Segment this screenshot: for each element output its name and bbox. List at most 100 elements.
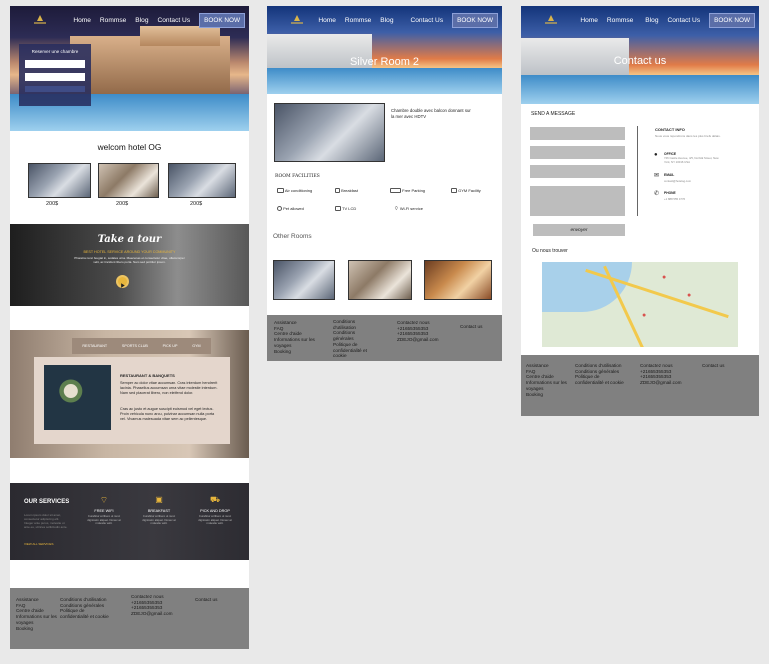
other-room-2[interactable] [348, 260, 412, 300]
footer-link[interactable]: Politique de confidentialité et cookie [60, 608, 112, 619]
room-image-2[interactable] [98, 163, 159, 198]
nav-home[interactable]: Home [73, 17, 91, 24]
navbar: Home Rommse Blog Contact Us BOOK NOW [267, 6, 502, 34]
tv-icon [335, 206, 341, 212]
navbar: Home Rommse Blog Contact Us BOOK NOW [10, 6, 249, 34]
car-icon: ⛟ [209, 495, 221, 504]
footer-email[interactable]: ZDEJO@gmail.com [397, 337, 438, 343]
tour-text: Pharetra nunc feugiat in, sodales urna. … [74, 256, 185, 264]
footer-col-4: Contact us [460, 324, 482, 330]
nav-contact[interactable]: Contact Us [668, 17, 701, 24]
restaurant-title: RESTAURANT & BANQUETS [120, 373, 175, 378]
phone-label: PHONE [664, 191, 676, 195]
facility-label: Pet allowed [283, 206, 304, 211]
footer-link[interactable]: Informations sur les voyages [274, 337, 318, 348]
message-field[interactable] [530, 186, 625, 216]
service-breakfast-desc: Curabitur at libero ut nunc dignissim al… [142, 514, 176, 526]
footer-link[interactable]: Conditions d'utilisation [575, 363, 625, 369]
footer-link[interactable]: Informations sur les voyages [526, 380, 570, 391]
service-pick-drop: ⛟ PICK AND DROP Curabitur at libero ut n… [193, 495, 237, 526]
booking-input-1[interactable] [25, 60, 85, 68]
book-now-button[interactable]: BOOK NOW [452, 12, 498, 28]
page-home: Home Rommse Blog Contact Us BOOK NOW Res… [10, 6, 249, 649]
facility-label: Free Parking [402, 188, 426, 193]
service-pick-drop-label: PICK AND DROP [200, 509, 230, 513]
logo-icon [541, 13, 561, 27]
footer-link[interactable]: Informations sur les voyages [16, 614, 60, 625]
booking-input-2[interactable] [25, 73, 85, 81]
room-image-3[interactable] [168, 163, 236, 198]
footer-link[interactable]: Conditions d'utilisation [60, 597, 112, 603]
logo-icon [287, 13, 307, 27]
breakfast-icon [335, 188, 340, 194]
find-us-title: Ou nous trouver [532, 248, 568, 254]
nav-rooms[interactable]: Rommse [100, 17, 126, 24]
nav-contact[interactable]: Contact Us [411, 17, 444, 24]
email-field[interactable] [530, 146, 625, 159]
footer-link[interactable]: Conditions générales [333, 330, 363, 341]
location-icon: ● [654, 152, 658, 158]
tour-section: Take a tour BEST HOTEL SERVICE AROUND YO… [10, 224, 249, 306]
footer-link[interactable]: Booking [16, 626, 60, 632]
office-value: 746 Castle Avenue, 4/5, Norfolk Street, … [664, 156, 719, 164]
footer-home: Assistance FAQ Centre d'aide Information… [10, 588, 249, 649]
tab-sports-club[interactable]: SPORTS CLUB [122, 344, 148, 348]
footer-col-1: Assistance FAQ Centre d'aide Information… [274, 320, 318, 354]
facility-parking: Free Parking [390, 188, 426, 194]
facility-label: Breakfast [341, 188, 359, 193]
play-button-icon[interactable] [116, 275, 129, 288]
services-text: Lorem ipsum dolor sit amet, consectetur … [24, 513, 68, 530]
footer-link[interactable]: Conditions d'utilisation [333, 319, 363, 330]
email-value[interactable]: contact@hotelog.com [664, 179, 691, 183]
nav-rooms[interactable]: Rommse [345, 17, 371, 24]
view-all-services-link[interactable]: VIEW ALL SERVICES [24, 542, 54, 546]
footer-link[interactable]: Booking [526, 392, 570, 398]
divider [637, 126, 638, 216]
send-button[interactable]: envoyer [533, 224, 625, 236]
nav-blog[interactable]: Blog [135, 17, 148, 24]
service-wifi: ⌔ FREE WIFI Curabitur at libero ut nunc … [83, 495, 125, 526]
restaurant-section: RESTAURANT SPORTS CLUB PICK UP GYM RESTA… [10, 330, 249, 458]
footer-link[interactable]: Contact us [460, 324, 482, 330]
footer-email[interactable]: ZDEJO@gmail.com [131, 611, 172, 617]
navbar: Home Rommse Blog Contact Us BOOK NOW [521, 6, 759, 34]
tab-restaurant[interactable]: RESTAURANT [82, 344, 107, 348]
nav-home[interactable]: Home [318, 17, 336, 24]
nav-blog[interactable]: Blog [645, 17, 658, 24]
room-title: Silver Room 2 [349, 56, 420, 68]
footer-col-3: Contactez nous +21655355353 +21655355353… [131, 594, 172, 617]
subject-field[interactable] [530, 165, 625, 178]
nav-blog[interactable]: Blog [380, 17, 393, 24]
map-pin-icon: ● [687, 292, 692, 299]
nav-home[interactable]: Home [580, 17, 598, 24]
tab-gym[interactable]: GYM [192, 344, 200, 348]
contact-info-text: Nous vous répondrons dans les plus brefs… [655, 134, 721, 138]
name-field[interactable] [530, 127, 625, 140]
other-room-1[interactable] [273, 260, 335, 300]
nav-rooms[interactable]: Rommse [607, 17, 633, 24]
footer-link[interactable]: Politique de confidentialité et cookie [575, 374, 625, 385]
map[interactable]: ● ● ● [542, 262, 738, 347]
logo-icon [30, 13, 50, 27]
service-wifi-label: FREE WIFI [94, 509, 114, 513]
send-message-title: SEND A MESSAGE [531, 111, 576, 117]
booking-panel: Reserver une chambre [19, 44, 91, 106]
footer-link[interactable]: Politique de confidentialité et cookie [333, 342, 369, 359]
footer-col-4: Contact us [702, 363, 724, 369]
footer-col-2: Conditions d'utilisation Conditions géné… [575, 363, 625, 386]
booking-submit[interactable] [25, 86, 85, 92]
book-now-button[interactable]: BOOK NOW [199, 12, 245, 28]
book-now-button[interactable]: BOOK NOW [709, 12, 755, 28]
wifi-icon: ⌔ [99, 495, 109, 505]
restaurant-p1: Semper ac dolor vitae accumsan. Cras int… [120, 381, 218, 395]
footer-link[interactable]: Booking [274, 349, 318, 355]
nav-contact[interactable]: Contact Us [158, 17, 191, 24]
footer-link[interactable]: Contact us [195, 597, 217, 603]
services-section: OUR SERVICES Lorem ipsum dolor sit amet,… [10, 483, 249, 560]
footer-col-2: Conditions d'utilisation Conditions géné… [60, 597, 112, 620]
other-room-3[interactable] [424, 260, 492, 300]
tab-pick-up[interactable]: PICK UP [163, 344, 178, 348]
room-image-1[interactable] [28, 163, 91, 198]
footer-email[interactable]: ZDEJO@gmail.com [640, 380, 681, 386]
footer-link[interactable]: Contact us [702, 363, 724, 369]
